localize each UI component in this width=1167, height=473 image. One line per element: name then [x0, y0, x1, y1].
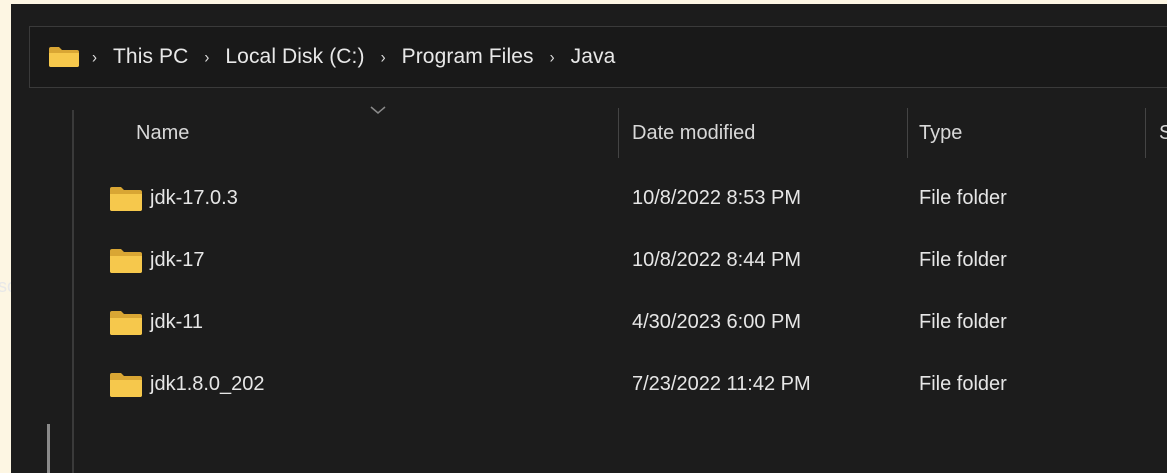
file-name: jdk-11: [150, 311, 203, 333]
chevron-right-icon[interactable]: ›: [550, 48, 555, 67]
folder-icon: [110, 249, 142, 273]
file-date-modified: 10/8/2022 8:44 PM: [632, 249, 802, 271]
file-type: File folder: [919, 187, 1007, 209]
column-date-modified[interactable]: Date modified: [632, 122, 755, 145]
chevron-right-icon[interactable]: ›: [204, 48, 209, 67]
column-divider[interactable]: [1145, 108, 1146, 158]
file-type: File folder: [919, 249, 1007, 271]
column-header: Name Date modified Type S: [73, 104, 1167, 164]
file-name: jdk-17.0.3: [150, 187, 238, 209]
chevron-right-icon[interactable]: ›: [381, 48, 386, 67]
folder-icon: [49, 47, 79, 67]
column-size[interactable]: S: [1159, 122, 1167, 145]
file-row[interactable]: jdk-17 10/8/2022 8:44 PM File folder: [73, 232, 1167, 290]
chevron-right-icon[interactable]: ›: [92, 48, 97, 67]
folder-icon: [110, 187, 142, 211]
breadcrumb-java[interactable]: Java: [571, 45, 616, 69]
column-type[interactable]: Type: [919, 122, 962, 145]
breadcrumb-local-disk[interactable]: Local Disk (C:): [225, 45, 364, 69]
breadcrumb-program-files[interactable]: Program Files: [402, 45, 534, 69]
file-date-modified: 7/23/2022 11:42 PM: [632, 373, 811, 395]
file-type: File folder: [919, 311, 1007, 333]
column-divider[interactable]: [907, 108, 908, 158]
column-name[interactable]: Name: [136, 122, 189, 145]
file-row[interactable]: jdk-17.0.3 10/8/2022 8:53 PM File folder: [73, 170, 1167, 228]
address-bar[interactable]: › This PC › Local Disk (C:) › Program Fi…: [29, 26, 1167, 88]
file-date-modified: 10/8/2022 8:53 PM: [632, 187, 802, 209]
sort-chevron-down-icon: [370, 106, 386, 114]
nav-pane-divider[interactable]: [72, 110, 74, 473]
folder-icon: [110, 311, 142, 335]
folder-icon: [110, 373, 142, 397]
breadcrumb-this-pc[interactable]: This PC: [113, 45, 188, 69]
file-row[interactable]: jdk-11 4/30/2023 6:00 PM File folder: [73, 294, 1167, 352]
file-explorer-window: › This PC › Local Disk (C:) › Program Fi…: [11, 4, 1167, 473]
file-type: File folder: [919, 373, 1007, 395]
file-date-modified: 4/30/2023 6:00 PM: [632, 311, 802, 333]
file-row[interactable]: jdk1.8.0_202 7/23/2022 11:42 PM File fol…: [73, 356, 1167, 414]
nav-pane-scrollbar[interactable]: [47, 424, 50, 473]
column-divider[interactable]: [618, 108, 619, 158]
file-name: jdk-17: [150, 249, 205, 271]
file-name: jdk1.8.0_202: [150, 373, 265, 395]
